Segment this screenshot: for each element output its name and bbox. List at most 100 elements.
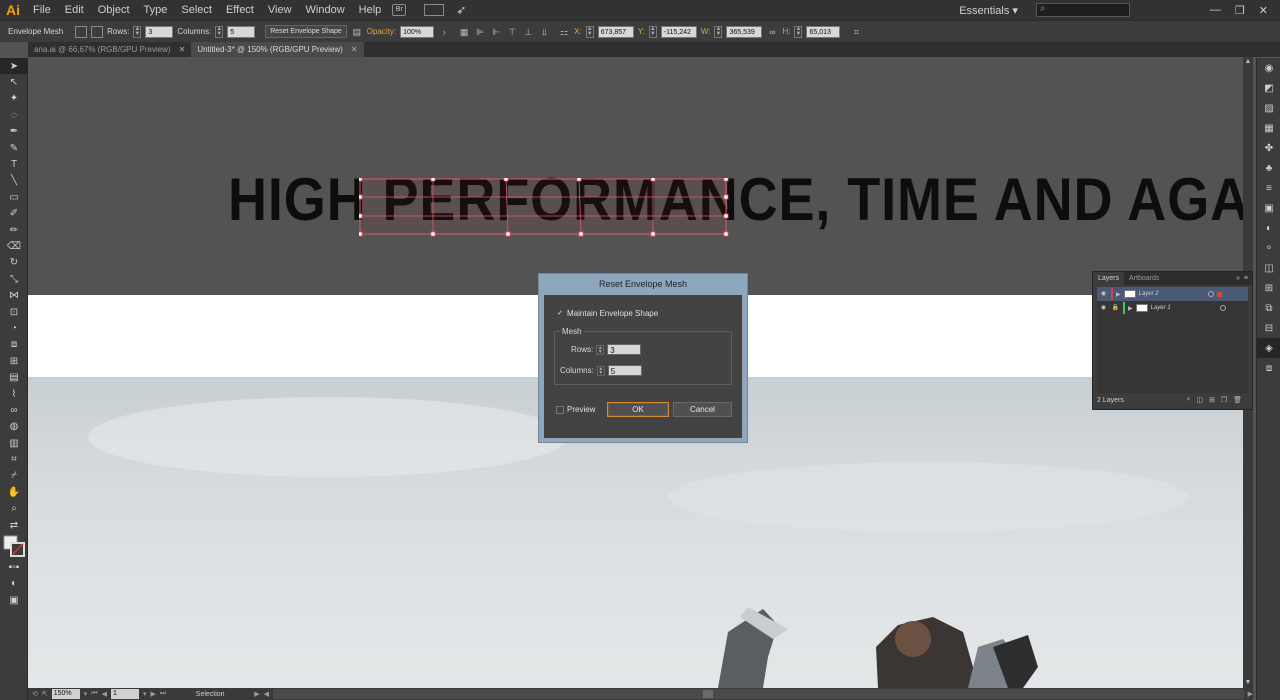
align-bottom-icon[interactable]: ⫫: [538, 26, 550, 38]
current-tool-status[interactable]: Selection: [170, 691, 250, 698]
graphic-styles-icon[interactable]: ◫: [1257, 258, 1280, 278]
artboard-number-field[interactable]: 1: [110, 689, 139, 699]
rectangle-tool-icon[interactable]: ▭: [0, 189, 28, 205]
symbols-icon[interactable]: ♣: [1257, 158, 1280, 178]
layer-row[interactable]: ◉ 🔒 ▶ Layer 1: [1097, 301, 1248, 315]
menu-view[interactable]: View: [261, 0, 299, 20]
appearance-icon[interactable]: ⚬: [1257, 238, 1280, 258]
color-guide-icon[interactable]: ◩: [1257, 78, 1280, 98]
rotate-tool-icon[interactable]: ↻: [0, 255, 28, 271]
menu-edit[interactable]: Edit: [58, 0, 91, 20]
prev-artboard-icon[interactable]: ◀: [102, 690, 107, 698]
close-icon[interactable]: ✕: [1259, 4, 1268, 17]
preview-row[interactable]: Preview: [556, 405, 595, 414]
menu-type[interactable]: Type: [137, 0, 175, 20]
status-menu-icon[interactable]: ▶: [254, 690, 259, 698]
preview-checkbox[interactable]: [556, 405, 564, 414]
gradient-icon[interactable]: ▣: [1257, 198, 1280, 218]
menu-select[interactable]: Select: [174, 0, 219, 20]
target-circle-icon[interactable]: [1219, 305, 1226, 311]
brushes-icon[interactable]: ✤: [1257, 138, 1280, 158]
close-tab-icon[interactable]: ✕: [351, 42, 358, 57]
rows-field[interactable]: 3: [145, 25, 174, 38]
dialog-rows-input[interactable]: 3: [607, 344, 642, 355]
zoom-field[interactable]: 150%: [51, 689, 80, 699]
gpu-performance-icon[interactable]: ➶: [456, 3, 466, 17]
align-center-icon[interactable]: ⊩: [490, 26, 502, 38]
clipping-mask-icon[interactable]: ◫: [1196, 396, 1203, 404]
opacity-field[interactable]: 100%: [400, 25, 435, 38]
new-layer-icon[interactable]: ❐: [1221, 396, 1227, 404]
artboards-panel-icon[interactable]: ⧈: [1257, 358, 1280, 378]
expand-triangle-icon[interactable]: ▶: [1128, 305, 1133, 312]
eyedropper-tool-icon[interactable]: ⌇: [0, 386, 28, 402]
layer-name[interactable]: Layer 1: [1151, 305, 1213, 311]
new-sublayer-icon[interactable]: ⊞: [1209, 396, 1215, 404]
tab-artboards[interactable]: Artboards: [1124, 275, 1164, 282]
slice-tool-icon[interactable]: ⌿: [0, 468, 28, 484]
cancel-button[interactable]: Cancel: [673, 402, 732, 417]
x-field[interactable]: 673,857 px: [597, 25, 634, 48]
cc-libraries-icon[interactable]: ▨: [1257, 98, 1280, 118]
columns-field[interactable]: 5: [227, 25, 256, 38]
reset-envelope-button[interactable]: Reset Envelope Shape: [265, 25, 347, 38]
menu-effect[interactable]: Effect: [219, 0, 261, 20]
maintain-shape-row[interactable]: ✓ Maintain Envelope Shape: [556, 309, 658, 318]
restore-icon[interactable]: ❐: [1235, 4, 1245, 17]
x-stepper[interactable]: ▲ ▼: [585, 25, 594, 38]
scale-tool-icon[interactable]: ⤡: [0, 271, 28, 287]
link-icon[interactable]: ∞: [766, 26, 778, 38]
menu-window[interactable]: Window: [299, 0, 352, 20]
search-input[interactable]: ⌕: [1035, 3, 1130, 17]
artboard-dropdown-icon[interactable]: ▾: [143, 690, 147, 698]
chevron-right-icon[interactable]: ›: [438, 26, 450, 38]
transform-panel-icon[interactable]: ⊟: [1257, 318, 1280, 338]
shape-builder-tool-icon[interactable]: ◔: [0, 320, 28, 336]
ok-button[interactable]: OK: [607, 402, 669, 417]
type-tool-icon[interactable]: T: [0, 156, 28, 172]
selection-indicator[interactable]: [1216, 291, 1222, 297]
align-middle-icon[interactable]: ⊥: [522, 26, 534, 38]
rows-stepper[interactable]: ▲ ▼: [133, 25, 142, 38]
isolate-icon[interactable]: ⌗: [850, 26, 862, 38]
expand-triangle-icon[interactable]: ▶: [1116, 291, 1121, 298]
eye-icon[interactable]: ◉: [1099, 290, 1108, 299]
align-left-icon[interactable]: ⊫: [474, 26, 486, 38]
color-mode-icons[interactable]: ▪▫▪: [0, 559, 28, 575]
artboard-tool-icon[interactable]: ⌗: [0, 451, 28, 467]
scroll-down-icon[interactable]: ▼: [1243, 678, 1253, 688]
blend-tool-icon[interactable]: ∞: [0, 402, 28, 418]
layer-row[interactable]: ◉ ▶ Layer 2: [1097, 287, 1248, 301]
swatches-icon[interactable]: ▦: [1257, 118, 1280, 138]
menu-object[interactable]: Object: [91, 0, 137, 20]
scroll-up-icon[interactable]: ▲: [1243, 57, 1253, 67]
lock-icon[interactable]: 🔒: [1111, 304, 1120, 313]
lasso-tool-icon[interactable]: ◌: [0, 107, 28, 123]
tab-untitled-3[interactable]: Untitled-3* @ 150% (RGB/GPU Preview) ✕: [191, 42, 364, 57]
width-tool-icon[interactable]: ⋈: [0, 287, 28, 303]
opacity-label[interactable]: Opacity:: [367, 27, 396, 36]
layers-panel-icon[interactable]: ◈: [1257, 338, 1280, 358]
zoom-dropdown-icon[interactable]: ▾: [84, 690, 88, 698]
column-graph-tool-icon[interactable]: ▥: [0, 435, 28, 451]
fill-stroke-swatch[interactable]: [0, 533, 28, 559]
free-transform-tool-icon[interactable]: ⊡: [0, 304, 28, 320]
pencil-tool-icon[interactable]: ✏: [0, 222, 28, 238]
pathfinder-icon[interactable]: ⧉: [1257, 298, 1280, 318]
scroll-right-icon[interactable]: ▶: [1248, 690, 1253, 698]
first-artboard-icon[interactable]: ⏮: [91, 690, 97, 698]
envelope-mesh-overlay[interactable]: [359, 178, 729, 238]
zoom-tool-icon[interactable]: ⌕: [0, 501, 28, 517]
artboard-options-icon[interactable]: ⇱: [42, 690, 48, 698]
close-tab-icon[interactable]: ✕: [179, 42, 186, 57]
direct-selection-tool-icon[interactable]: ↖: [0, 74, 28, 90]
eye-icon[interactable]: ◉: [1099, 304, 1108, 313]
selection-tool-icon[interactable]: ➤: [0, 58, 28, 75]
magic-wand-tool-icon[interactable]: ✦: [0, 91, 28, 107]
maintain-shape-label[interactable]: Maintain Envelope Shape: [567, 309, 658, 318]
pen-tool-icon[interactable]: ✒: [0, 124, 28, 140]
workspace-switcher[interactable]: Essentials ▾: [959, 4, 1018, 17]
bridge-button[interactable]: Br: [392, 4, 407, 16]
gradient-tool-icon[interactable]: ▤: [0, 369, 28, 385]
dialog-columns-stepper[interactable]: ▲ ▼: [596, 365, 605, 376]
